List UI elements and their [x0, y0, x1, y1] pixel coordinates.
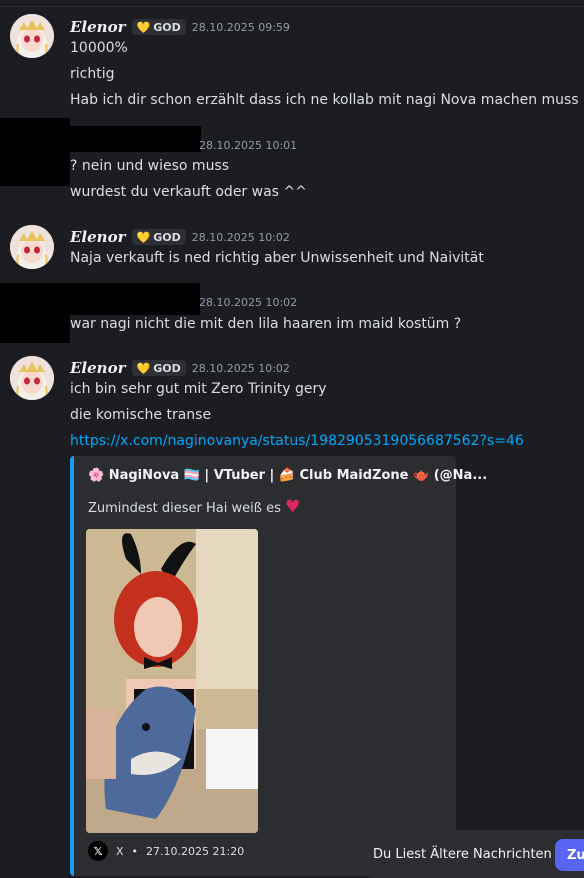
avatar[interactable]: [10, 14, 54, 58]
redacted-username: [70, 126, 201, 152]
message-line: Naja verkauft is ned richtig aber Unwiss…: [70, 250, 484, 266]
embed-footer: 𝕏 X • 27.10.2025 21:20: [88, 841, 244, 861]
anime-avatar-icon: [10, 356, 54, 400]
tag-label: GOD: [153, 230, 181, 244]
timestamp: 28.10.2025 10:02: [199, 296, 298, 309]
anime-avatar-icon: [10, 14, 54, 58]
username[interactable]: Elenor: [70, 228, 126, 246]
timestamp: 28.10.2025 10:02: [191, 230, 290, 244]
message-header: Elenor 💛 GOD 28.10.2025 10:02: [70, 227, 290, 247]
message-header: Elenor 💛 GOD 28.10.2025 10:02: [70, 358, 290, 378]
username[interactable]: Elenor: [70, 18, 126, 36]
timestamp: 28.10.2025 09:59: [191, 20, 290, 34]
link-embed: 🌸 NagiNova 🏳️‍⚧️ | VTuber | 🍰 Club MaidZ…: [70, 456, 487, 876]
embed-description: Zumindest dieser Hai weiß es ♥: [88, 497, 300, 517]
redacted-avatar: [0, 283, 70, 343]
anime-avatar-icon: [10, 225, 54, 269]
embed-date: 27.10.2025 21:20: [146, 844, 245, 858]
message-line: war nagi nicht die mit den lila haaren i…: [70, 316, 462, 332]
username[interactable]: Elenor: [70, 359, 126, 377]
tag-label: GOD: [153, 20, 181, 34]
older-messages-label: Du Liest Ältere Nachrichten: [373, 846, 552, 862]
embed-image[interactable]: [86, 529, 258, 833]
embed-source: X: [116, 844, 124, 858]
redacted-username: [70, 283, 200, 315]
message-line: ? nein und wieso muss: [70, 158, 230, 174]
timestamp: 28.10.2025 10:01: [199, 139, 298, 152]
redacted-avatar: [0, 118, 70, 186]
embed-author[interactable]: 🌸 NagiNova 🏳️‍⚧️ | VTuber | 🍰 Club MaidZ…: [88, 468, 487, 483]
message-line: wurdest du verkauft oder was ^^: [70, 184, 307, 200]
tag-label: GOD: [153, 361, 181, 375]
x-logo-icon: 𝕏: [88, 841, 108, 861]
jump-to-present-button[interactable]: Zu: [555, 839, 584, 871]
message-line: ich bin sehr gut mit Zero Trinity gery: [70, 381, 327, 397]
heart-icon: 💛: [136, 361, 151, 375]
embed-description-text: Zumindest dieser Hai weiß es: [88, 501, 281, 516]
role-tag[interactable]: 💛 GOD: [131, 19, 186, 35]
top-divider: [0, 6, 584, 7]
message-line: richtig: [70, 66, 115, 82]
avatar[interactable]: [10, 225, 54, 269]
timestamp: 28.10.2025 10:02: [191, 361, 290, 375]
message-line: Hab ich dir schon erzählt dass ich ne ko…: [70, 92, 579, 108]
role-tag[interactable]: 💛 GOD: [131, 229, 186, 245]
older-messages-bar: Du Liest Ältere Nachrichten: [352, 830, 584, 878]
dot-separator: •: [131, 844, 139, 858]
photo-image: [86, 529, 258, 833]
message-header: Elenor 💛 GOD 28.10.2025 09:59: [70, 17, 290, 37]
avatar[interactable]: [10, 356, 54, 400]
red-heart-icon: ♥: [284, 497, 301, 517]
status-link[interactable]: https://x.com/naginovanya/status/1982905…: [70, 433, 524, 449]
message-line: die komische transe: [70, 407, 212, 423]
message-line: 10000%: [70, 40, 128, 56]
role-tag[interactable]: 💛 GOD: [131, 360, 186, 376]
heart-icon: 💛: [136, 230, 151, 244]
heart-icon: 💛: [136, 20, 151, 34]
